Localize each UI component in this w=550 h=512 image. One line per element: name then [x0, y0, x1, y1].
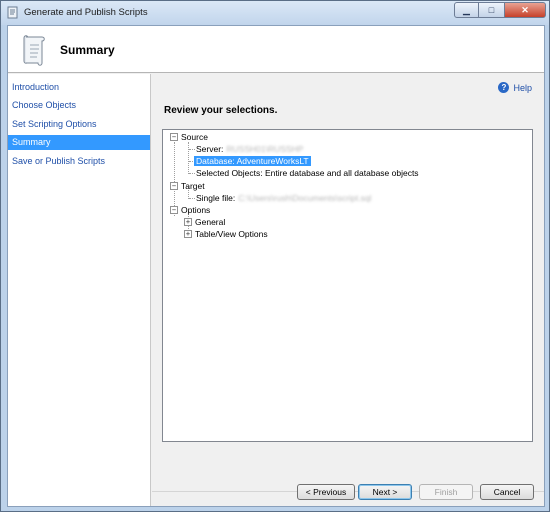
tree-node-server[interactable]: Server: RUSSH01\RUSSHP — [196, 143, 303, 155]
close-icon: ✕ — [521, 4, 529, 15]
server-value: RUSSH01\RUSSHP — [226, 144, 304, 154]
finish-button[interactable]: Finish — [419, 484, 473, 500]
tree-node-options[interactable]: − Options — [170, 204, 210, 216]
minimize-button[interactable]: ▁ — [454, 2, 479, 18]
maximize-icon: □ — [488, 5, 495, 15]
app-icon — [7, 6, 18, 19]
collapse-icon[interactable]: − — [170, 133, 178, 141]
expand-icon[interactable]: + — [184, 218, 192, 226]
tree-node-table-view-options[interactable]: + Table/View Options — [184, 228, 268, 240]
tree-label: Database: AdventureWorksLT — [194, 156, 311, 166]
sidebar-item-summary[interactable]: Summary — [8, 135, 150, 150]
cancel-button[interactable]: Cancel — [480, 484, 534, 500]
tree-connector — [189, 149, 195, 150]
tree-label: Source — [181, 132, 208, 142]
tree-node-selected-objects[interactable]: Selected Objects: Entire database and al… — [196, 167, 419, 179]
expand-icon[interactable]: + — [184, 230, 192, 238]
tree-connector — [188, 142, 189, 174]
previous-button[interactable]: < Previous — [297, 484, 355, 500]
scroll-icon — [23, 35, 45, 66]
sidebar-item-introduction[interactable]: Introduction — [8, 80, 150, 95]
single-file-value: C:\Users\rush\Documents\script.sql — [238, 193, 372, 203]
title-bar[interactable]: Generate and Publish Scripts ▁ □ ✕ — [1, 1, 549, 25]
main-panel: ? Help Review your selections. − Source — [152, 74, 544, 506]
review-heading: Review your selections. — [164, 105, 278, 116]
tree-node-single-file[interactable]: Single file: C:\Users\rush\Documents\scr… — [196, 192, 371, 204]
tree-node-general[interactable]: + General — [184, 216, 225, 228]
tree-label: Table/View Options — [195, 229, 268, 239]
summary-tree[interactable]: − Source Server: RUSSH01\RUSSHP Database… — [162, 129, 533, 442]
collapse-icon[interactable]: − — [170, 182, 178, 190]
tree-connector — [189, 198, 195, 199]
sidebar-item-set-scripting-options[interactable]: Set Scripting Options — [8, 117, 150, 132]
help-icon: ? — [498, 82, 510, 93]
next-button[interactable]: Next > — [358, 484, 412, 500]
tree-label: Selected Objects: Entire database and al… — [196, 168, 419, 178]
tree-connector — [189, 173, 195, 174]
tree-label: General — [195, 217, 226, 227]
tree-label: Options — [181, 205, 211, 215]
sidebar-item-choose-objects[interactable]: Choose Objects — [8, 98, 150, 113]
help-link[interactable]: ? Help — [498, 82, 532, 93]
tree-label: Single file: — [196, 193, 236, 203]
tree-label: Target — [181, 181, 205, 191]
tree-node-target[interactable]: − Target — [170, 180, 205, 192]
wizard-sidebar: Introduction Choose Objects Set Scriptin… — [8, 74, 151, 506]
caption-buttons: ▁ □ ✕ — [454, 2, 546, 20]
page-header: Summary — [8, 26, 544, 73]
client-area: Summary Introduction Choose Objects Set … — [7, 25, 545, 507]
tree-label: Server: — [196, 144, 224, 154]
wizard-window: Generate and Publish Scripts ▁ □ ✕ Summa… — [0, 0, 550, 512]
sidebar-item-save-or-publish-scripts[interactable]: Save or Publish Scripts — [8, 154, 150, 169]
close-button[interactable]: ✕ — [504, 2, 546, 18]
tree-node-source[interactable]: − Source — [170, 131, 208, 143]
minimize-icon: ▁ — [463, 4, 470, 15]
help-label: Help — [513, 82, 532, 93]
collapse-icon[interactable]: − — [170, 206, 178, 214]
maximize-button[interactable]: □ — [479, 2, 504, 18]
tree-node-database[interactable]: Database: AdventureWorksLT — [194, 155, 311, 167]
window-title: Generate and Publish Scripts — [24, 7, 148, 18]
page-title: Summary — [60, 43, 115, 57]
